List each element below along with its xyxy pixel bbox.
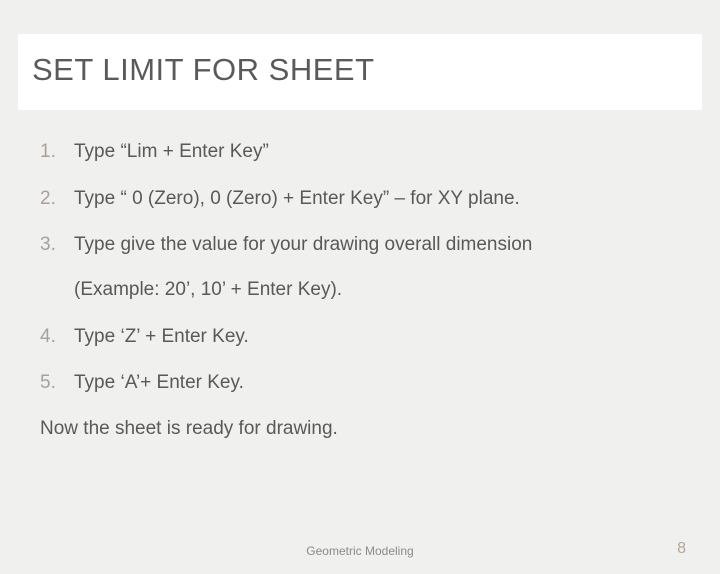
- list-item: Type ‘Z’ + Enter Key.: [40, 325, 680, 350]
- closing-text: Now the sheet is ready for drawing.: [40, 418, 680, 440]
- step-subtext: (Example: 20’, 10’ + Enter Key).: [74, 278, 680, 303]
- step-text: Type “Lim + Enter Key”: [74, 141, 269, 162]
- footer: Geometric Modeling 8: [0, 544, 720, 558]
- step-text: Type “ 0 (Zero), 0 (Zero) + Enter Key” –…: [74, 188, 520, 209]
- page-number: 8: [677, 540, 686, 558]
- list-item: Type “Lim + Enter Key”: [40, 140, 680, 165]
- slide-title: SET LIMIT FOR SHEET: [32, 52, 688, 88]
- list-item: Type give the value for your drawing ove…: [40, 233, 680, 302]
- list-item: Type “ 0 (Zero), 0 (Zero) + Enter Key” –…: [40, 187, 680, 212]
- footer-label: Geometric Modeling: [306, 544, 413, 558]
- step-text: Type ‘A’+ Enter Key.: [74, 372, 244, 393]
- list-item: Type ‘A’+ Enter Key.: [40, 371, 680, 396]
- title-box: SET LIMIT FOR SHEET: [18, 34, 702, 110]
- content-area: Type “Lim + Enter Key” Type “ 0 (Zero), …: [0, 110, 720, 440]
- step-text: Type ‘Z’ + Enter Key.: [74, 326, 249, 347]
- step-text: Type give the value for your drawing ove…: [74, 234, 532, 255]
- steps-list: Type “Lim + Enter Key” Type “ 0 (Zero), …: [40, 140, 680, 396]
